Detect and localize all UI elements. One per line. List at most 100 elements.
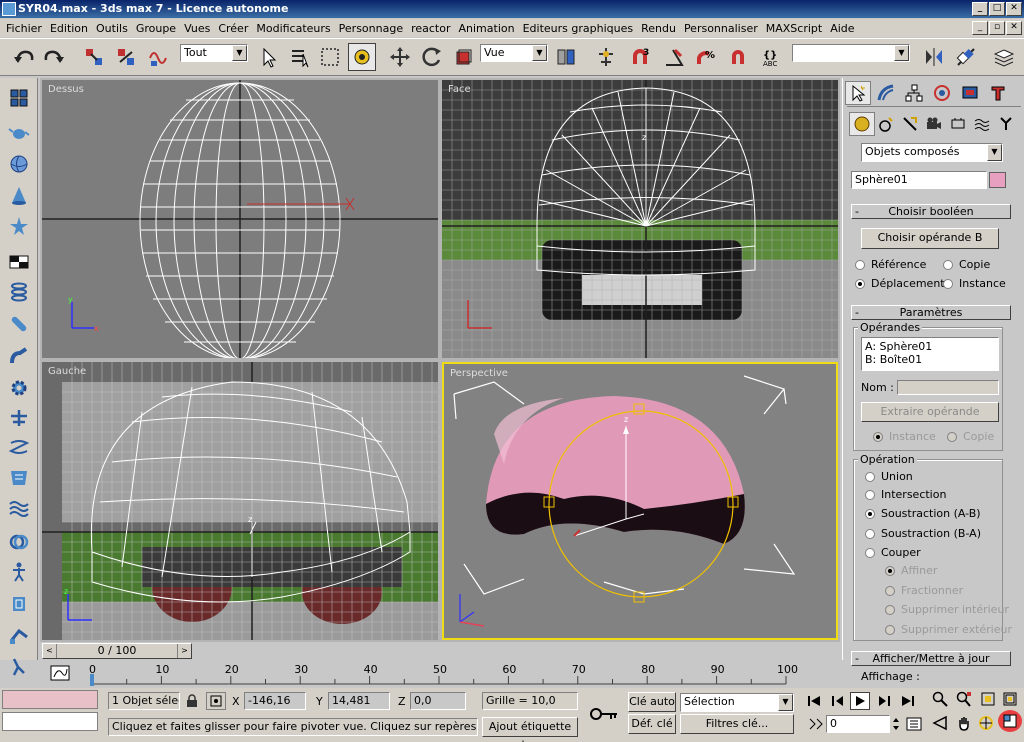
helpers-icon[interactable]	[945, 112, 971, 136]
menu-modificateurs[interactable]: Modificateurs	[252, 22, 334, 35]
zoom-extents-all-icon[interactable]	[1000, 690, 1020, 708]
zoom-icon[interactable]	[930, 690, 950, 708]
select-and-link-icon[interactable]	[80, 43, 108, 71]
viewport-front[interactable]: z Face	[442, 80, 838, 358]
select-and-manipulate-icon[interactable]	[592, 43, 620, 71]
wave-icon[interactable]	[5, 494, 33, 522]
radio-extract-copy[interactable]: Copie	[947, 430, 994, 443]
viewport-top[interactable]: y x Dessus	[42, 80, 438, 358]
helix-icon[interactable]	[5, 434, 33, 462]
menu-personnaliser[interactable]: Personnaliser	[680, 22, 762, 35]
object-category-dropdown[interactable]: Objets composés ▼	[861, 143, 1003, 162]
geometry-icon[interactable]	[849, 112, 875, 136]
lights-icon[interactable]	[897, 112, 923, 136]
select-object-icon[interactable]	[254, 43, 282, 71]
set-key-button[interactable]: Déf. clé	[628, 714, 676, 734]
star-shape-icon[interactable]	[5, 212, 33, 240]
space-warps-icon[interactable]	[969, 112, 995, 136]
spring-icon[interactable]	[5, 278, 33, 306]
menu-outils[interactable]: Outils	[92, 22, 132, 35]
maximize-viewport-icon[interactable]	[998, 710, 1022, 732]
display-tab-icon[interactable]	[957, 81, 983, 105]
select-by-name-icon[interactable]	[286, 43, 314, 71]
track-bar[interactable]: 0 10 20 30 40 50 60 70 80 90 100	[40, 660, 800, 688]
viewport-left-label[interactable]: Gauche	[48, 366, 86, 377]
reference-coordinate-dropdown[interactable]: Vue ▼	[480, 44, 548, 62]
go-to-start-icon[interactable]	[804, 692, 824, 710]
key-icon[interactable]	[584, 700, 624, 728]
menu-creer[interactable]: Créer	[214, 22, 252, 35]
operand-b-item[interactable]: B: Boîte01	[865, 353, 995, 366]
mdi-minimize-button[interactable]: _	[972, 21, 988, 35]
pick-operand-b-button[interactable]: Choisir opérande B	[861, 228, 999, 249]
spinner-snap-icon[interactable]	[724, 43, 752, 71]
snap-toggle-icon[interactable]: 3	[626, 43, 654, 71]
menu-rendu[interactable]: Rendu	[637, 22, 680, 35]
radio-remove-inside[interactable]: Supprimer intérieur	[885, 603, 1009, 616]
radio-subtraction-ab[interactable]: Soustraction (A-B)	[865, 507, 981, 520]
auto-key-button[interactable]: Clé auto	[628, 692, 676, 712]
menu-maxscript[interactable]: MAXScript	[762, 22, 826, 35]
viewport-front-label[interactable]: Face	[448, 84, 471, 95]
radio-instance[interactable]: Instance	[943, 277, 1006, 290]
rollout-parameters[interactable]: - Paramètres	[851, 305, 1011, 320]
systems-icon[interactable]	[993, 112, 1019, 136]
current-frame-marker[interactable]	[90, 674, 94, 686]
rollout-display-update[interactable]: - Afficher/Mettre à jour	[851, 651, 1011, 666]
teapot-icon[interactable]	[5, 118, 33, 146]
mirror-icon[interactable]	[920, 43, 948, 71]
angle-snap-icon[interactable]	[660, 43, 688, 71]
layer-manager-icon[interactable]	[990, 43, 1018, 71]
menu-reactor[interactable]: reactor	[407, 22, 454, 35]
slider-next-icon[interactable]: >	[177, 644, 191, 658]
align-icon[interactable]	[952, 43, 980, 71]
motion-tab-icon[interactable]	[929, 81, 955, 105]
lock-icon[interactable]	[182, 692, 202, 710]
select-and-move-icon[interactable]	[386, 43, 414, 71]
menu-animation[interactable]: Animation	[455, 22, 519, 35]
menu-edition[interactable]: Edition	[46, 22, 92, 35]
cameras-icon[interactable]	[921, 112, 947, 136]
add-time-tag-button[interactable]: Ajout étiquette tps	[482, 717, 578, 742]
pivot-center-icon[interactable]	[552, 43, 580, 71]
maxscript-listener-pink[interactable]	[2, 690, 98, 709]
radio-subtraction-ba[interactable]: Soustraction (B-A)	[865, 527, 981, 540]
rollout-pick-boolean[interactable]: - Choisir booléen	[851, 204, 1011, 219]
current-frame-field[interactable]: 0	[826, 715, 890, 733]
field-of-view-icon[interactable]	[930, 714, 950, 732]
operand-a-item[interactable]: A: Sphère01	[865, 340, 995, 353]
play-icon[interactable]	[850, 692, 870, 710]
time-slider[interactable]: < 0 / 100 >	[42, 643, 192, 659]
z-coordinate-field[interactable]: 0,0	[410, 692, 466, 710]
window-crossing-icon[interactable]	[348, 43, 376, 71]
percent-snap-icon[interactable]: %	[692, 43, 720, 71]
unlink-icon[interactable]	[112, 43, 140, 71]
named-selection-dropdown[interactable]: ▼	[792, 44, 910, 62]
maxscript-listener-white[interactable]	[2, 712, 98, 731]
menu-groupe[interactable]: Groupe	[132, 22, 180, 35]
bind-space-warp-icon[interactable]	[144, 43, 172, 71]
y-coordinate-field[interactable]: 14,481	[328, 692, 390, 710]
box-objects-icon[interactable]	[5, 84, 33, 112]
viewport-top-label[interactable]: Dessus	[48, 84, 84, 95]
utilities-tab-icon[interactable]	[985, 81, 1011, 105]
bone-icon[interactable]	[5, 404, 33, 432]
close-button[interactable]: ✕	[1006, 2, 1022, 16]
arc-rotate-icon[interactable]	[976, 714, 996, 732]
operand-name-input[interactable]	[897, 380, 999, 395]
selection-filter-dropdown[interactable]: Tout ▼	[180, 44, 248, 62]
cone-icon[interactable]	[5, 182, 33, 210]
radio-intersection[interactable]: Intersection	[865, 488, 946, 501]
frame-spinner-icon[interactable]	[890, 715, 902, 733]
radio-reference[interactable]: Référence	[855, 258, 926, 271]
object-color-swatch[interactable]	[989, 172, 1006, 188]
minimize-button[interactable]: _	[972, 2, 988, 16]
radio-refine[interactable]: Affiner	[885, 564, 937, 577]
sphere-icon[interactable]	[5, 150, 33, 178]
gear-icon[interactable]	[5, 374, 33, 402]
menu-personnage[interactable]: Personnage	[335, 22, 407, 35]
mdi-restore-button[interactable]: ▫	[989, 21, 1005, 35]
key-filters-button[interactable]: Filtres clé...	[680, 714, 794, 734]
box-gizmo-icon[interactable]	[5, 590, 33, 618]
radio-cut[interactable]: Couper	[865, 546, 921, 559]
